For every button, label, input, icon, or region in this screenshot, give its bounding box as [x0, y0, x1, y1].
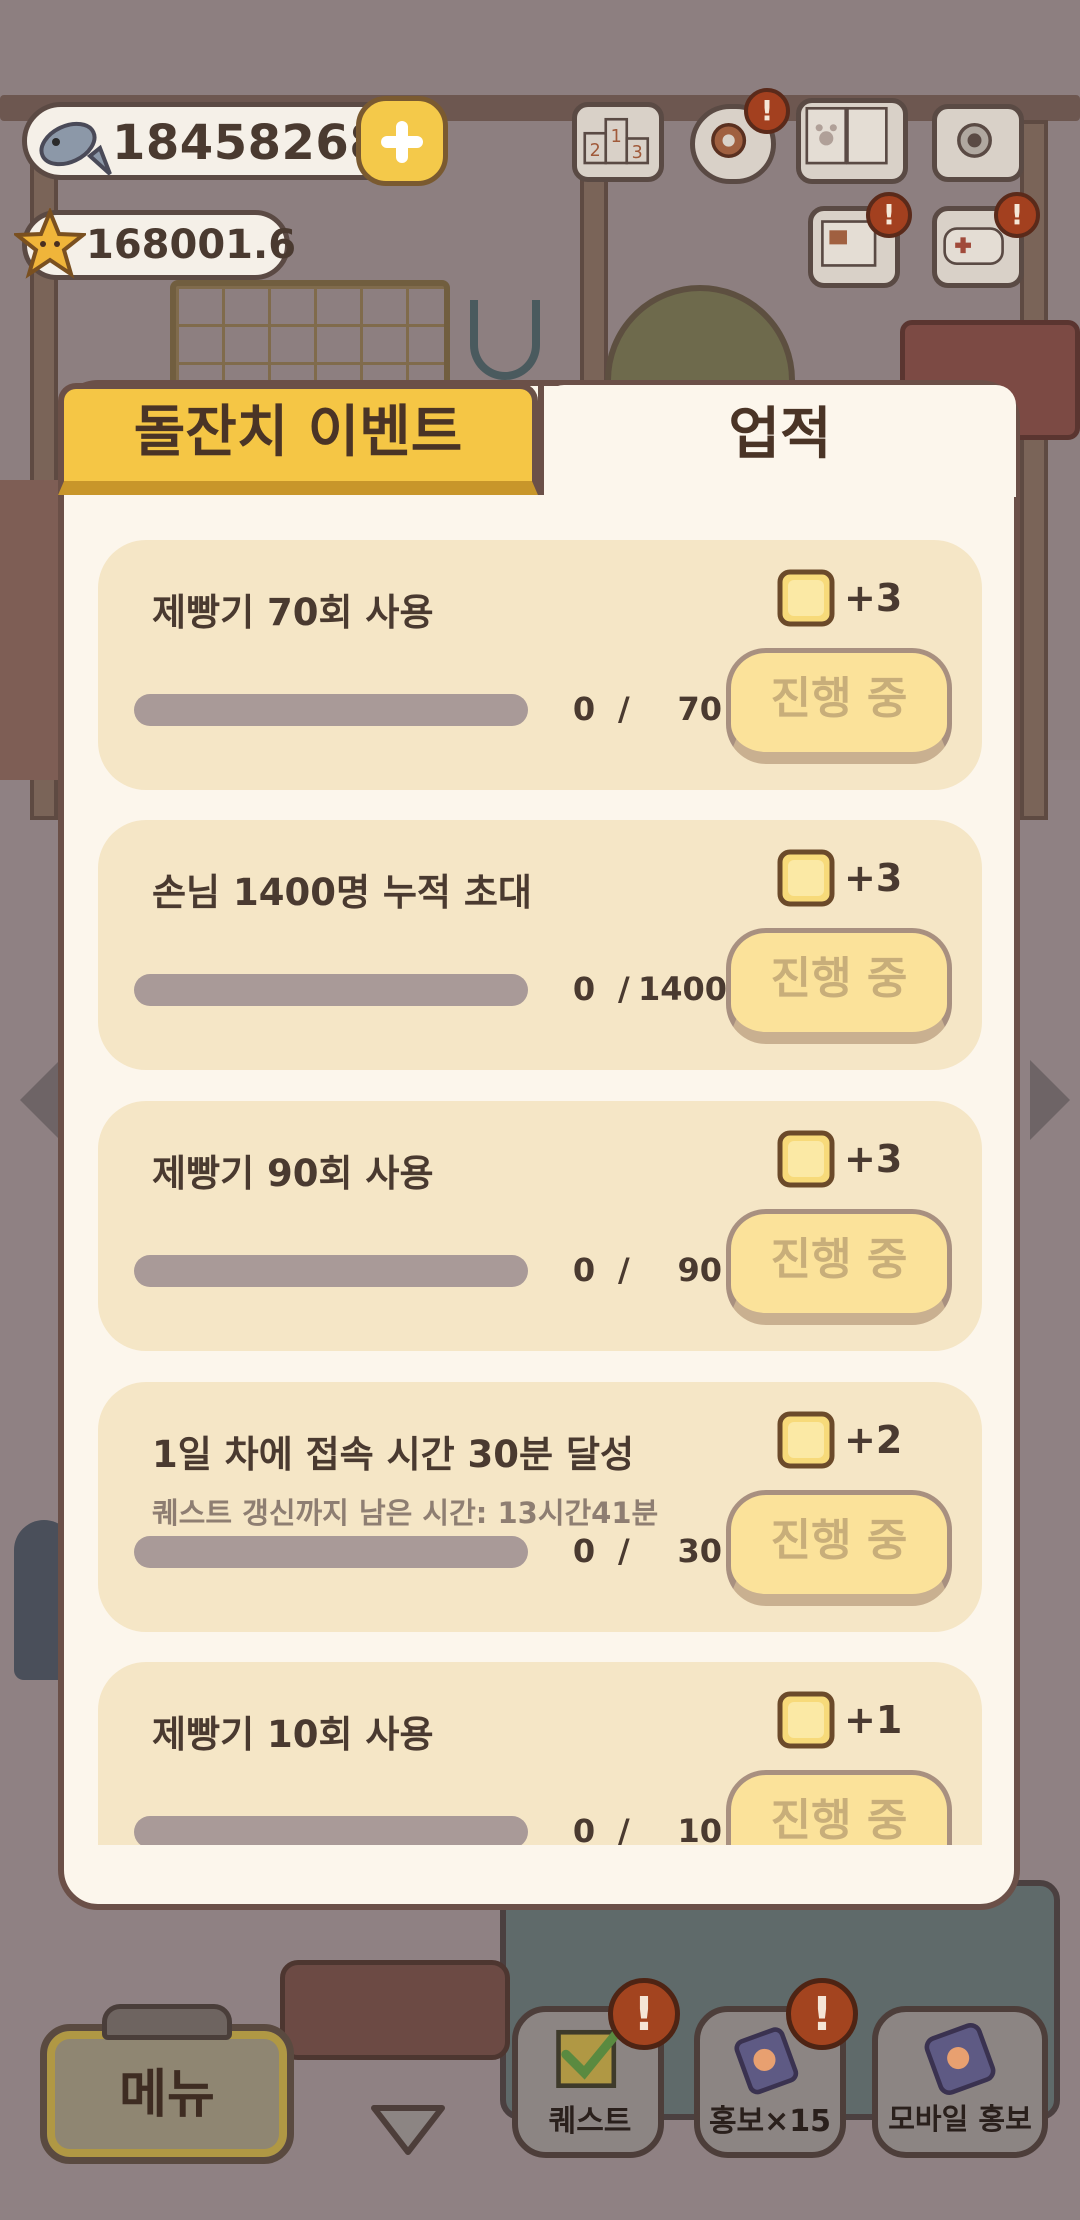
- scroll-left-arrow: [20, 1060, 60, 1140]
- camera-icon: [957, 122, 992, 158]
- settings-alert-badge: !: [744, 88, 790, 134]
- achievement-title: 1일 차에 접속 시간 30분 달성: [152, 1433, 635, 1476]
- claim-button[interactable]: 진행 중: [726, 928, 952, 1044]
- mobile-promotion-label[interactable]: 모바일 홍보: [870, 2096, 1050, 2138]
- chevron-down-icon[interactable]: [368, 2100, 448, 2160]
- toast-icon: [777, 1130, 835, 1188]
- achievement-card: 제빵기 90회 사용 0 / 90 +3 진행 중: [98, 1101, 982, 1351]
- sofa-decoration: [280, 1960, 510, 2060]
- paw-book-icon: [805, 106, 888, 165]
- progress-bar: [134, 974, 528, 1006]
- progress-slash: /: [618, 970, 630, 1008]
- scroll-right-arrow: [1030, 1060, 1070, 1140]
- progress-bar: [134, 1255, 528, 1287]
- progress-current: 0: [572, 1812, 596, 1845]
- quest-alert-badge: !: [608, 1978, 680, 2050]
- achievement-card: 손님 1400명 누적 초대 0 / 1400 +3 진행 중: [98, 820, 982, 1070]
- progress-slash: /: [618, 690, 630, 728]
- tab-birthday-event-label[interactable]: 돌잔치 이벤트: [58, 388, 538, 478]
- tab-achievements-label[interactable]: 업적: [544, 390, 1016, 480]
- progress-current: 0: [572, 1251, 596, 1289]
- achievement-card: 제빵기 10회 사용 0 / 10 +1 진행 중: [98, 1662, 982, 1845]
- promotion-alert-badge: !: [786, 1978, 858, 2050]
- reward-amount: +3: [844, 1137, 903, 1181]
- reward-amount: +3: [844, 856, 903, 900]
- achievement-title: 제빵기 90회 사용: [152, 1152, 434, 1195]
- toast-icon: [777, 1411, 835, 1469]
- progress-current: 0: [572, 690, 596, 728]
- ranking-button[interactable]: 2 1 3: [572, 102, 664, 182]
- achievement-card: 1일 차에 접속 시간 30분 달성 퀘스트 갱신까지 남은 시간: 13시간4…: [98, 1382, 982, 1632]
- reward-amount: +3: [844, 576, 903, 620]
- claim-button[interactable]: 진행 중: [726, 1209, 952, 1325]
- reward-amount: +2: [844, 1418, 903, 1462]
- progress-max: 10: [677, 1812, 722, 1845]
- reward-amount: +1: [844, 1698, 903, 1742]
- progress-slash: /: [618, 1532, 630, 1570]
- progress-bar: [134, 694, 528, 726]
- progress-max: 90: [677, 1251, 722, 1289]
- fish-count: 18458268: [112, 115, 384, 171]
- claim-button[interactable]: 진행 중: [726, 1770, 952, 1845]
- achievement-subtitle: 퀘스트 갱신까지 남은 시간: 13시간41분: [152, 1496, 659, 1530]
- claim-button[interactable]: 진행 중: [726, 648, 952, 764]
- ranking-icon: 2 1 3: [583, 117, 650, 165]
- star-icon: [14, 208, 86, 279]
- add-currency-button[interactable]: [356, 96, 448, 186]
- anchor-decoration: [470, 300, 540, 380]
- quest-label[interactable]: 퀘스트: [500, 2096, 680, 2140]
- toast-icon: [777, 1691, 835, 1749]
- claim-button[interactable]: 진행 중: [726, 1490, 952, 1606]
- promotion-label[interactable]: 홍보×15: [680, 2096, 860, 2140]
- achievement-title: 제빵기 10회 사용: [152, 1713, 434, 1756]
- svg-text:3: 3: [632, 143, 643, 163]
- svg-text:1: 1: [611, 127, 622, 147]
- progress-max: 30: [677, 1532, 722, 1570]
- progress-bar: [134, 1816, 528, 1845]
- fish-icon: [39, 121, 112, 176]
- progress-current: 0: [572, 970, 596, 1008]
- minigame-alert-badge: !: [994, 192, 1040, 238]
- menu-button-label[interactable]: 메뉴: [40, 2052, 294, 2127]
- progress-max: 70: [677, 690, 722, 728]
- star-count: 168001.6: [86, 222, 297, 268]
- achievement-title: 제빵기 70회 사용: [152, 591, 434, 634]
- progress-slash: /: [618, 1251, 630, 1289]
- progress-bar: [134, 1536, 528, 1568]
- achievement-title: 손님 1400명 누적 초대: [152, 871, 532, 914]
- album-button[interactable]: [796, 98, 908, 184]
- svg-text:2: 2: [590, 141, 601, 161]
- mail-alert-badge: !: [866, 192, 912, 238]
- progress-slash: /: [618, 1812, 630, 1845]
- achievement-list[interactable]: 제빵기 70회 사용 0 / 70 +3 진행 중 손님 1400명 누적 초대…: [98, 540, 982, 1845]
- toast-icon: [777, 569, 835, 627]
- progress-current: 0: [572, 1532, 596, 1570]
- fishing-net-decoration: [170, 280, 450, 390]
- camera-button[interactable]: [932, 104, 1024, 182]
- toast-icon: [777, 849, 835, 907]
- achievement-card: 제빵기 70회 사용 0 / 70 +3 진행 중: [98, 540, 982, 790]
- clipboard-clip-icon: [102, 2004, 232, 2040]
- progress-max: 1400: [638, 970, 728, 1008]
